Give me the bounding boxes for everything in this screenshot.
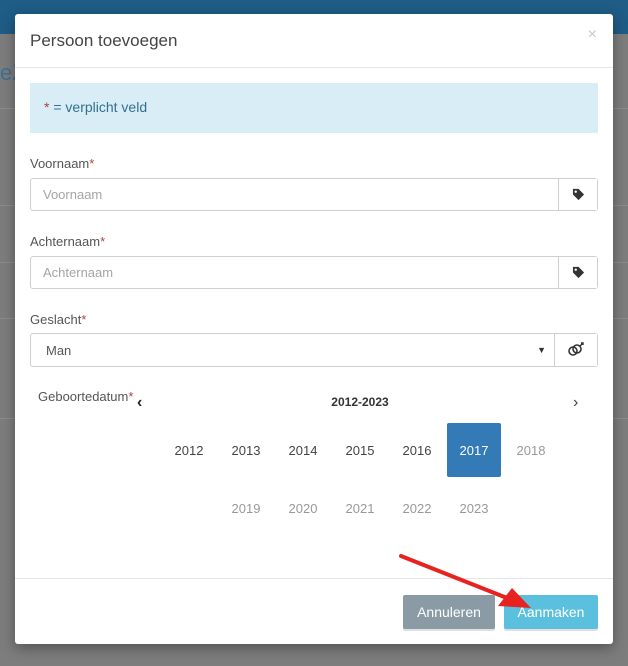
year-cell[interactable]: 2013: [219, 423, 273, 477]
close-button[interactable]: ×: [588, 26, 597, 44]
gender-selected-value: Man: [46, 342, 72, 358]
last-name-input[interactable]: [31, 257, 558, 288]
year-cell[interactable]: 2020: [276, 481, 330, 535]
year-cell[interactable]: 2018: [504, 423, 558, 477]
first-name-label: Voornaam*: [30, 156, 94, 171]
last-name-group: [30, 256, 598, 289]
gender-label: Geslacht*: [30, 312, 86, 327]
year-cell[interactable]: 2019: [219, 481, 273, 535]
required-notice-text: = verplicht veld: [49, 99, 148, 115]
required-fields-notice: * = verplicht veld: [30, 83, 598, 133]
year-cell[interactable]: 2023: [447, 481, 501, 535]
first-name-group: [30, 178, 598, 211]
first-name-input[interactable]: [31, 179, 558, 210]
required-star: *: [100, 234, 106, 249]
gender-label-text: Geslacht: [30, 312, 82, 327]
birthdate-label: Geboortedatum*: [38, 389, 133, 404]
birthdate-label-text: Geboortedatum: [38, 389, 129, 404]
chevron-left-icon[interactable]: ‹: [137, 394, 142, 412]
year-range-label[interactable]: 2012-2023: [305, 395, 415, 409]
cancel-button[interactable]: Annuleren: [403, 595, 495, 629]
gender-group: Man ▼: [30, 333, 598, 367]
required-star: *: [81, 312, 87, 327]
year-cell-selected[interactable]: 2017: [447, 423, 501, 477]
create-button[interactable]: Aanmaken: [504, 595, 598, 629]
first-name-label-text: Voornaam: [30, 156, 90, 171]
chevron-down-icon: ▼: [537, 345, 546, 355]
add-person-modal: Persoon toevoegen × * = verplicht veld V…: [15, 14, 613, 644]
tag-icon: [558, 179, 597, 210]
modal-header: Persoon toevoegen ×: [15, 14, 613, 68]
required-star: *: [128, 389, 134, 404]
gender-icon: [554, 334, 597, 366]
gender-select[interactable]: Man ▼: [31, 334, 554, 366]
year-cell[interactable]: 2014: [276, 423, 330, 477]
required-star: *: [89, 156, 95, 171]
tag-icon: [558, 257, 597, 288]
year-cell[interactable]: 2016: [390, 423, 444, 477]
year-cell[interactable]: 2015: [333, 423, 387, 477]
year-cell[interactable]: 2012: [162, 423, 216, 477]
last-name-label: Achternaam*: [30, 234, 105, 249]
last-name-label-text: Achternaam: [30, 234, 101, 249]
chevron-right-icon[interactable]: ›: [573, 394, 578, 412]
modal-title: Persoon toevoegen: [30, 31, 178, 50]
year-cell[interactable]: 2021: [333, 481, 387, 535]
year-cell[interactable]: 2022: [390, 481, 444, 535]
